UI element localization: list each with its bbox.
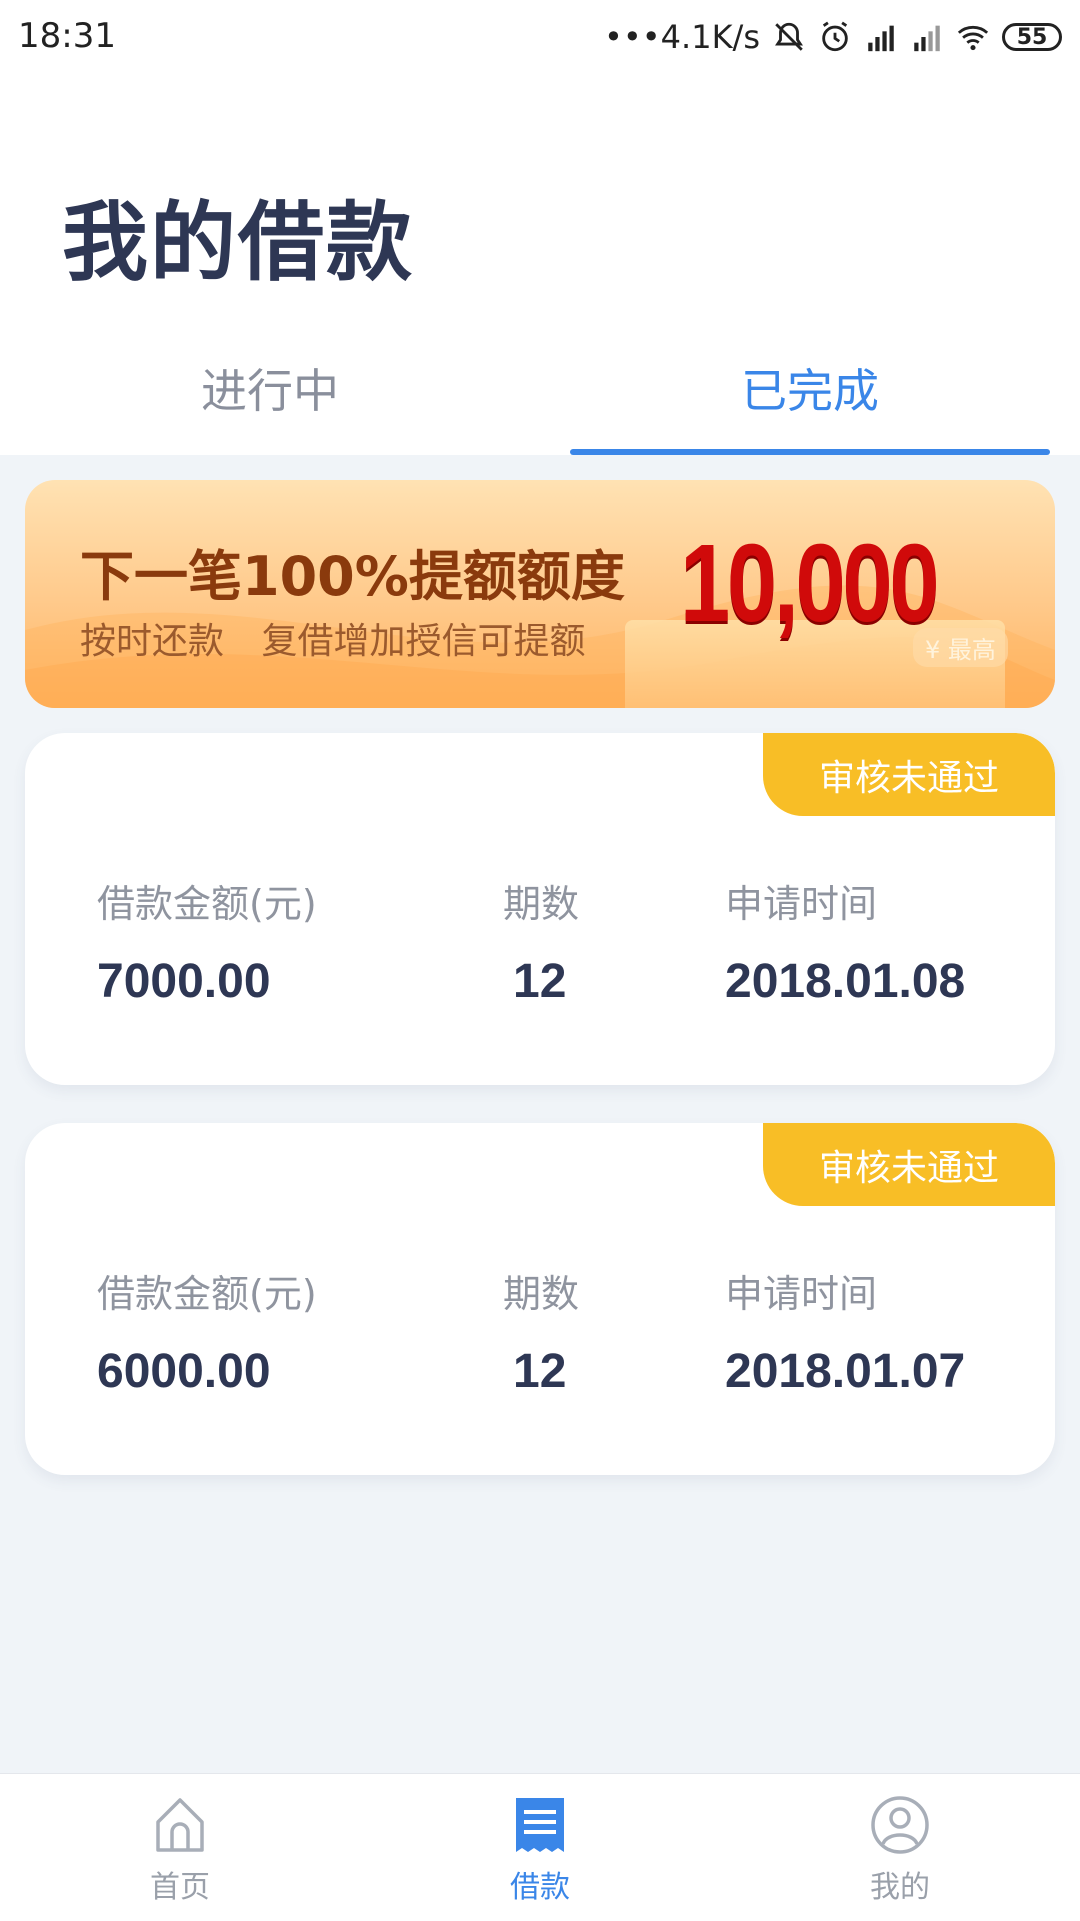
banner-headline: 下一笔100%提额额度 — [80, 545, 625, 608]
loan-time-label: 申请时间 — [725, 1272, 878, 1316]
status-badge: 审核未通过 — [763, 1123, 1055, 1206]
battery-icon: 55 — [1002, 23, 1062, 51]
loan-document-icon — [516, 1798, 564, 1852]
loan-amount-value: 7000.00 — [97, 955, 271, 1008]
status-time: 18:31 — [18, 16, 116, 56]
banner-subline: 按时还款 复借增加授信可提额 — [80, 612, 611, 664]
loan-time-value: 2018.01.08 — [725, 955, 966, 1008]
bottom-nav: 首页 借款 我的 — [0, 1773, 1080, 1921]
loan-amount-label: 借款金额(元) — [97, 882, 317, 926]
loan-time-value: 2018.01.07 — [725, 1345, 966, 1398]
nav-mine-label: 我的 — [870, 1870, 930, 1905]
home-icon — [156, 1798, 204, 1852]
status-icons: •••4.1K/s 55 — [604, 14, 1062, 60]
tab-ongoing[interactable]: 进行中 — [70, 355, 470, 421]
network-speed: •••4.1K/s — [604, 18, 760, 56]
loan-periods-label: 期数 — [503, 1272, 580, 1316]
loan-card[interactable]: 审核未通过 借款金额(元) 7000.00 期数 12 申请时间 2018.01… — [25, 733, 1055, 1085]
nav-mine[interactable]: 我的 — [800, 1794, 1000, 1906]
loan-amount-column: 借款金额(元) 7000.00 — [97, 873, 317, 1009]
loan-periods-value: 12 — [513, 955, 567, 1008]
mute-icon — [772, 20, 806, 54]
promo-banner[interactable]: 下一笔100%提额额度 按时还款 复借增加授信可提额 10,000 — [25, 480, 1055, 708]
loan-periods-label: 期数 — [503, 882, 580, 926]
page-title: 我的借款 — [62, 193, 414, 293]
tab-indicator — [570, 449, 1050, 455]
nav-home-label: 首页 — [150, 1870, 210, 1905]
loan-periods-column: 期数 12 — [503, 873, 579, 1009]
loan-card[interactable]: 审核未通过 借款金额(元) 6000.00 期数 12 申请时间 2018.01… — [25, 1123, 1055, 1475]
banner-amount: 10,000 — [680, 522, 939, 645]
alarm-icon — [818, 20, 852, 54]
loan-amount-label: 借款金额(元) — [97, 1272, 317, 1316]
profile-icon — [871, 1796, 929, 1854]
signal-icon — [910, 20, 944, 54]
loan-periods-value: 12 — [513, 1345, 567, 1398]
status-badge: 审核未通过 — [763, 733, 1055, 816]
nav-loan-label: 借款 — [510, 1870, 570, 1905]
loan-periods-column: 期数 12 — [503, 1263, 579, 1399]
hd-signal-icon — [864, 20, 898, 54]
tab-completed[interactable]: 已完成 — [610, 355, 1010, 421]
loan-time-column: 申请时间 2018.01.08 — [725, 873, 965, 1009]
wifi-icon — [956, 20, 990, 54]
loan-amount-value: 6000.00 — [97, 1345, 271, 1398]
loan-amount-column: 借款金额(元) 6000.00 — [97, 1263, 317, 1399]
banner-max-note: ¥ 最高 — [913, 628, 1008, 667]
banner-subline-a: 按时还款 — [80, 621, 225, 662]
loan-time-label: 申请时间 — [725, 882, 878, 926]
status-bar: 18:31 •••4.1K/s 55 — [0, 0, 1080, 75]
banner-subline-b: 复借增加授信可提额 — [261, 621, 586, 662]
loan-time-column: 申请时间 2018.01.07 — [725, 1263, 965, 1399]
nav-home[interactable]: 首页 — [80, 1794, 280, 1906]
nav-loan[interactable]: 借款 — [440, 1794, 640, 1906]
